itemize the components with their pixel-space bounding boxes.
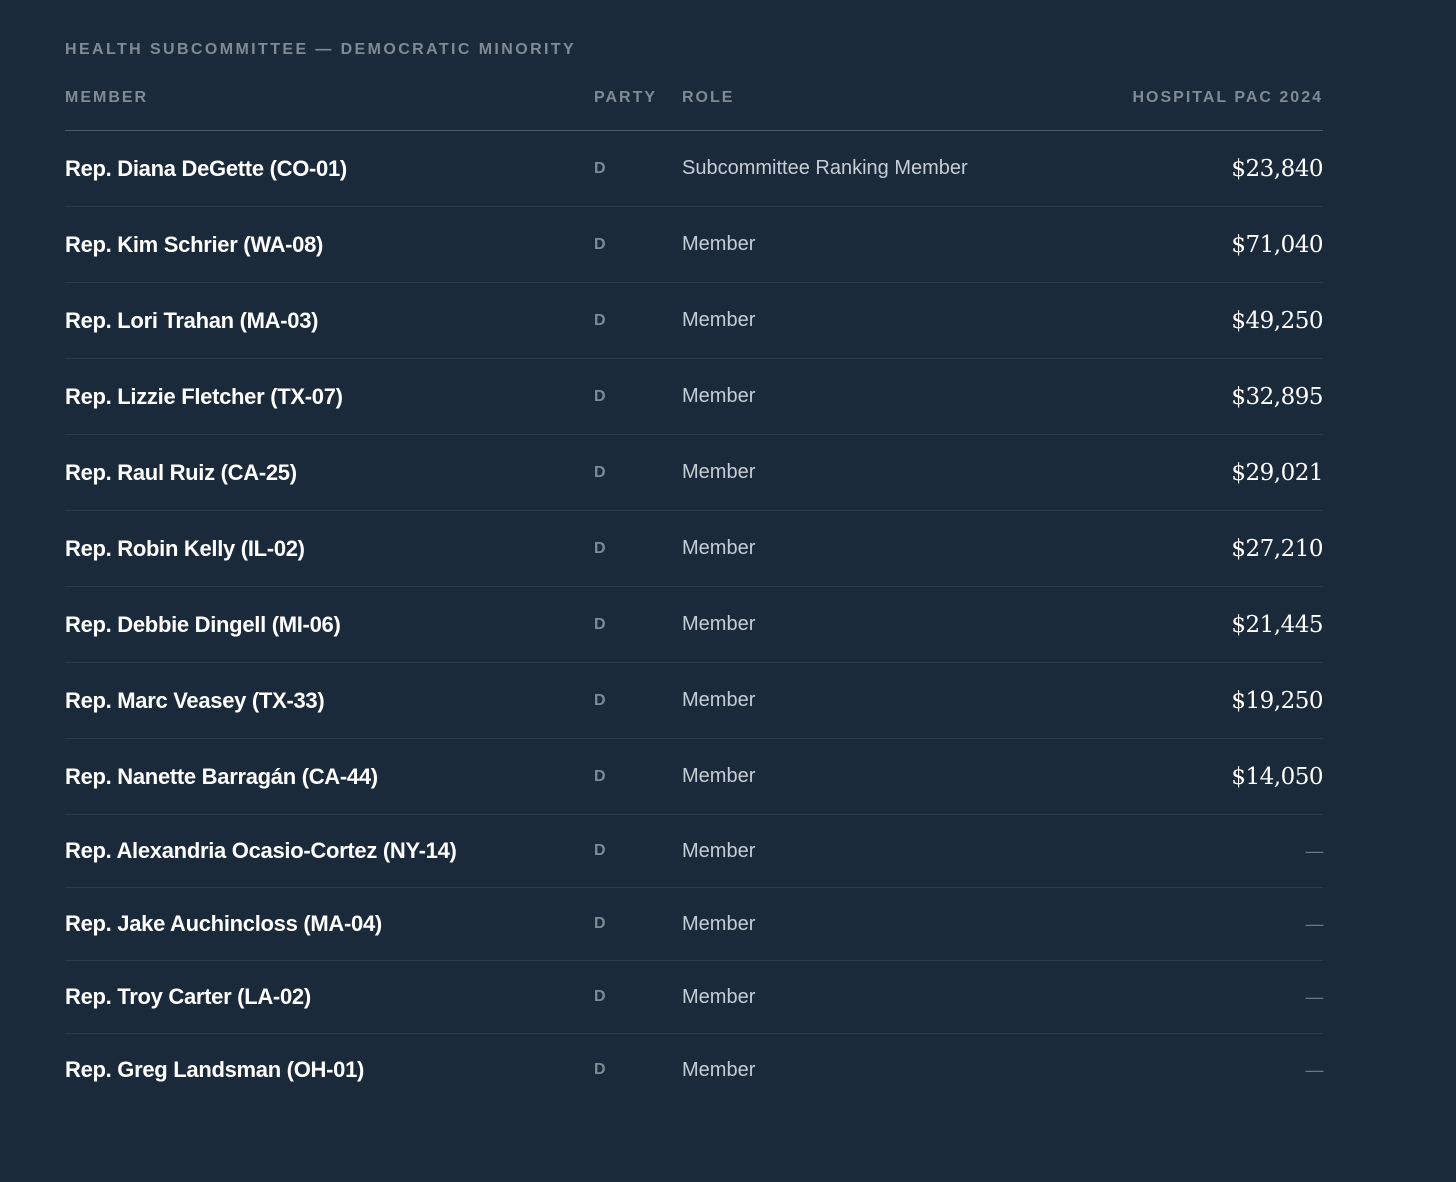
member-name: Rep. Lori Trahan (MA-03) xyxy=(65,307,319,333)
table-row: Rep. Lizzie Fletcher (TX-07) D Member $32,8… xyxy=(65,359,1323,435)
member-name: Rep. Robin Kelly (IL-02) xyxy=(65,535,305,561)
member-role: Member xyxy=(682,613,756,635)
member-role: Member xyxy=(682,233,756,255)
member-name: Rep. Greg Landsman (OH-01) xyxy=(65,1057,365,1082)
hospital-pac-amount: — xyxy=(1305,986,1324,1007)
party-code: D xyxy=(594,159,606,177)
table-row: Rep. Robin Kelly (IL-02) D Member $27,210 xyxy=(65,511,1323,587)
hospital-pac-amount: $71,040 xyxy=(1231,231,1323,258)
table-row: Rep. Marc Veasey (TX-33) D Member $19,250 xyxy=(65,663,1323,739)
hospital-pac-amount: $49,250 xyxy=(1231,307,1323,334)
column-header-hospital-pac: HOSPITAL PAC 2024 xyxy=(1132,89,1323,106)
column-header-role: ROLE xyxy=(682,89,735,106)
table-row: Rep. Jake Auchincloss (MA-04) D Member — xyxy=(65,888,1323,961)
hospital-pac-amount: $32,895 xyxy=(1231,383,1323,410)
member-name: Rep. Diana DeGette (CO-01) xyxy=(65,155,347,181)
table-row: Rep. Raul Ruiz (CA-25) D Member $29,021 xyxy=(65,435,1323,511)
member-role: Member xyxy=(682,385,756,407)
hospital-pac-amount: $29,021 xyxy=(1231,459,1323,486)
member-name: Rep. Alexandria Ocasio-Cortez (NY-14) xyxy=(65,838,457,863)
hospital-pac-amount: $23,840 xyxy=(1231,155,1323,182)
member-role: Member xyxy=(682,985,756,1008)
member-role: Subcommittee Ranking Member xyxy=(682,157,968,179)
member-name: Rep. Troy Carter (LA-02) xyxy=(65,984,311,1009)
member-name: Rep. Marc Veasey (TX-33) xyxy=(65,687,325,713)
table-row: Rep. Debbie Dingell (MI-06) D Member $21,44… xyxy=(65,587,1323,663)
table-row: Rep. Nanette Barragán (CA-44) D Member $14,… xyxy=(65,739,1323,815)
table-body: Rep. Diana DeGette (CO-01) D Subcommittee … xyxy=(65,131,1323,1106)
table-header: MEMBER PARTY ROLE HOSPITAL PAC 2024 xyxy=(65,89,1323,131)
party-code: D xyxy=(594,1061,606,1078)
table-row: Rep. Greg Landsman (OH-01) D Member — xyxy=(65,1034,1323,1106)
member-name: Rep. Jake Auchincloss (MA-04) xyxy=(65,911,382,936)
hospital-pac-amount: $14,050 xyxy=(1231,763,1323,790)
party-code: D xyxy=(594,842,606,859)
hospital-pac-amount: $19,250 xyxy=(1231,687,1323,714)
party-code: D xyxy=(594,988,606,1005)
member-role: Member xyxy=(682,1058,756,1081)
party-code: D xyxy=(594,915,606,932)
party-code: D xyxy=(594,387,606,405)
party-code: D xyxy=(594,691,606,709)
column-header-member: MEMBER xyxy=(65,89,149,106)
table-row: Rep. Alexandria Ocasio-Cortez (NY-14) D Me… xyxy=(65,815,1323,888)
column-header-party: PARTY xyxy=(594,89,658,106)
section-title: HEALTH SUBCOMMITTEE — DEMOCRATIC MINORIT… xyxy=(65,41,577,58)
hospital-pac-amount: $27,210 xyxy=(1231,535,1323,562)
member-name: Rep. Nanette Barragán (CA-44) xyxy=(65,763,378,789)
party-code: D xyxy=(594,615,606,633)
member-name: Rep. Debbie Dingell (MI-06) xyxy=(65,611,341,637)
member-role: Member xyxy=(682,461,756,483)
member-role: Member xyxy=(682,839,756,862)
table-row: Rep. Kim Schrier (WA-08) D Member $71,040 xyxy=(65,207,1323,283)
hospital-pac-amount: — xyxy=(1305,840,1324,861)
hospital-pac-amount: — xyxy=(1305,1059,1324,1080)
party-code: D xyxy=(594,767,606,785)
party-code: D xyxy=(594,235,606,253)
table-row: Rep. Diana DeGette (CO-01) D Subcommittee … xyxy=(65,131,1323,207)
hospital-pac-amount: $21,445 xyxy=(1231,611,1323,638)
hospital-pac-amount: — xyxy=(1305,913,1324,934)
member-role: Member xyxy=(682,765,756,787)
party-code: D xyxy=(594,539,606,557)
table-row: Rep. Lori Trahan (MA-03) D Member $49,250 xyxy=(65,283,1323,359)
party-code: D xyxy=(594,463,606,481)
member-role: Member xyxy=(682,537,756,559)
member-name: Rep. Lizzie Fletcher (TX-07) xyxy=(65,383,343,409)
member-role: Member xyxy=(682,689,756,711)
member-role: Member xyxy=(682,309,756,331)
table-row: Rep. Troy Carter (LA-02) D Member — xyxy=(65,961,1323,1034)
member-name: Rep. Kim Schrier (WA-08) xyxy=(65,231,324,257)
member-name: Rep. Raul Ruiz (CA-25) xyxy=(65,459,297,485)
party-code: D xyxy=(594,311,606,329)
member-role: Member xyxy=(682,912,756,935)
